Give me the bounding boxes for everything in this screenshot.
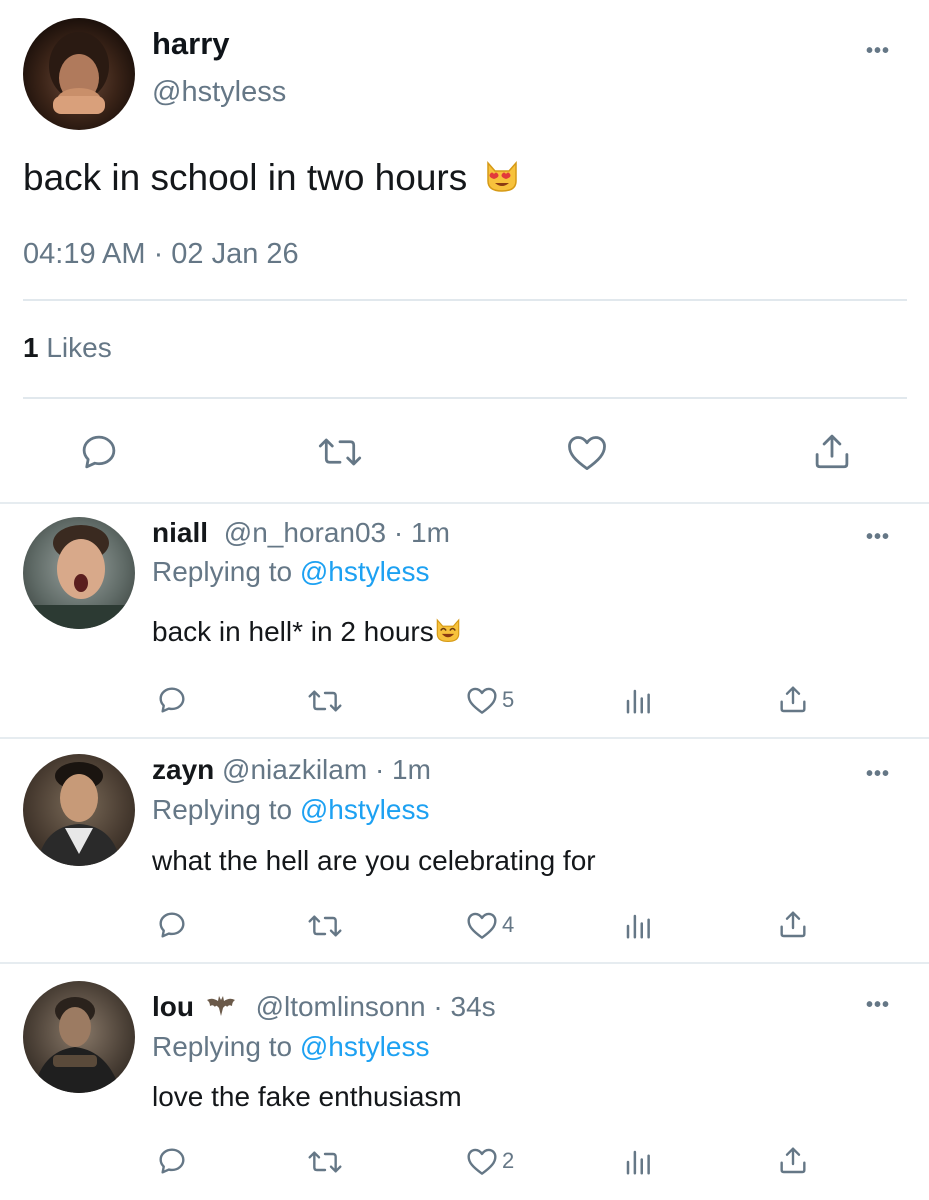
retweet-button[interactable]: [306, 685, 344, 717]
more-options-icon[interactable]: •••: [866, 526, 890, 549]
analytics-icon: [626, 1150, 650, 1175]
author-name[interactable]: niall: [152, 517, 208, 548]
retweet-icon: [308, 1151, 342, 1173]
avatar[interactable]: [23, 981, 135, 1093]
author-handle[interactable]: @niazkilam: [222, 754, 367, 785]
avatar-photo: [33, 525, 125, 629]
main-tweet: harry @hstyless ••• back in school in tw…: [0, 0, 929, 503]
replying-to: Replying to @hstyless: [152, 794, 429, 826]
author-name[interactable]: harry: [152, 26, 230, 62]
reply-tweet[interactable]: zayn @niazkilam · 1m ••• Replying to @hs…: [0, 739, 929, 962]
retweet-button[interactable]: [316, 431, 364, 473]
avatar[interactable]: [23, 517, 135, 629]
likes-count: 1: [23, 332, 39, 363]
avatar[interactable]: [23, 18, 135, 130]
like-button[interactable]: 4: [466, 910, 514, 940]
share-icon: [780, 686, 806, 713]
share-button[interactable]: [811, 430, 853, 472]
reply-text: love the fake enthusiasm: [152, 1081, 462, 1112]
share-icon: [780, 1147, 806, 1174]
tweet-text: back in school in two hours: [23, 157, 520, 202]
reply-time[interactable]: · 34s: [433, 991, 495, 1022]
retweet-icon: [308, 915, 342, 937]
reply-button[interactable]: [156, 909, 188, 941]
retweet-icon: [308, 690, 342, 712]
reply-icon: [159, 912, 185, 938]
analytics-button[interactable]: [623, 686, 653, 716]
reply-button[interactable]: [78, 431, 120, 473]
more-options-icon[interactable]: •••: [866, 763, 890, 786]
author-name[interactable]: zayn: [152, 754, 214, 785]
share-icon: [815, 434, 849, 469]
avatar[interactable]: [23, 754, 135, 866]
retweet-icon: [318, 438, 362, 466]
reply-icon: [159, 687, 185, 713]
share-icon: [780, 911, 806, 938]
reply-header: lou @ltomlinsonn · 34s: [152, 991, 496, 1025]
likes-label: Likes: [46, 332, 112, 363]
replying-prefix: Replying to: [152, 556, 293, 587]
analytics-icon: [626, 914, 650, 939]
more-options-icon[interactable]: •••: [866, 40, 890, 63]
like-button[interactable]: 5: [466, 685, 514, 715]
like-button[interactable]: [566, 432, 608, 472]
like-button[interactable]: 2: [466, 1146, 514, 1176]
heart-icon: [467, 687, 497, 714]
replying-handle-link[interactable]: @hstyless: [300, 556, 430, 587]
analytics-icon: [626, 689, 650, 714]
more-options-icon[interactable]: •••: [866, 994, 890, 1017]
bat-icon: [206, 992, 236, 1025]
replying-handle-link[interactable]: @hstyless: [300, 1031, 430, 1062]
smiling-cat-icon: [434, 617, 462, 650]
analytics-button[interactable]: [623, 911, 653, 941]
like-count: 2: [502, 1148, 515, 1173]
retweet-button[interactable]: [306, 910, 344, 942]
divider: [23, 299, 907, 301]
replying-prefix: Replying to: [152, 1031, 293, 1062]
avatar-photo: [33, 997, 121, 1093]
analytics-button[interactable]: [623, 1147, 653, 1177]
avatar-photo: [37, 762, 121, 866]
heart-eyes-cat-icon: [484, 159, 520, 202]
retweet-button[interactable]: [306, 1146, 344, 1178]
reply-header: zayn @niazkilam · 1m: [152, 754, 431, 786]
share-button[interactable]: [777, 683, 809, 715]
share-button[interactable]: [777, 908, 809, 940]
reply-icon: [82, 435, 116, 469]
reply-button[interactable]: [156, 1145, 188, 1177]
replying-handle-link[interactable]: @hstyless: [300, 794, 430, 825]
reply-time[interactable]: · 1m: [375, 754, 431, 785]
replying-to: Replying to @hstyless: [152, 1031, 429, 1063]
reply-icon: [159, 1148, 185, 1174]
tweet-timestamp[interactable]: 04:19 AM · 02 Jan 26: [23, 238, 299, 271]
reply-text: back in hell* in 2 hours: [152, 616, 462, 650]
reply-button[interactable]: [156, 684, 188, 716]
author-name[interactable]: lou: [152, 991, 194, 1022]
tweet-text-content: back in school in two hours: [23, 157, 468, 198]
author-handle[interactable]: @hstyless: [152, 76, 286, 109]
divider: [23, 397, 907, 399]
reply-header: niall @n_horan03 · 1m: [152, 517, 450, 549]
like-count: 4: [502, 912, 515, 937]
heart-icon: [467, 912, 497, 939]
heart-icon: [467, 1148, 497, 1175]
reply-tweet[interactable]: lou @ltomlinsonn · 34s ••• Replying to @…: [0, 964, 929, 1200]
reply-text: what the hell are you celebrating for: [152, 845, 596, 876]
share-button[interactable]: [777, 1144, 809, 1176]
reply-time[interactable]: · 1m: [394, 517, 450, 548]
heart-icon: [568, 436, 606, 471]
like-count: 5: [502, 687, 515, 712]
reply-text-content: back in hell* in 2 hours: [152, 616, 434, 647]
avatar-photo: [49, 32, 109, 114]
reply-tweet[interactable]: niall @n_horan03 · 1m ••• Replying to @h…: [0, 504, 929, 737]
replying-prefix: Replying to: [152, 794, 293, 825]
author-handle[interactable]: @n_horan03: [224, 517, 386, 548]
replying-to: Replying to @hstyless: [152, 556, 429, 588]
author-handle[interactable]: @ltomlinsonn: [256, 991, 426, 1022]
likes-row[interactable]: 1 Likes: [23, 332, 112, 364]
